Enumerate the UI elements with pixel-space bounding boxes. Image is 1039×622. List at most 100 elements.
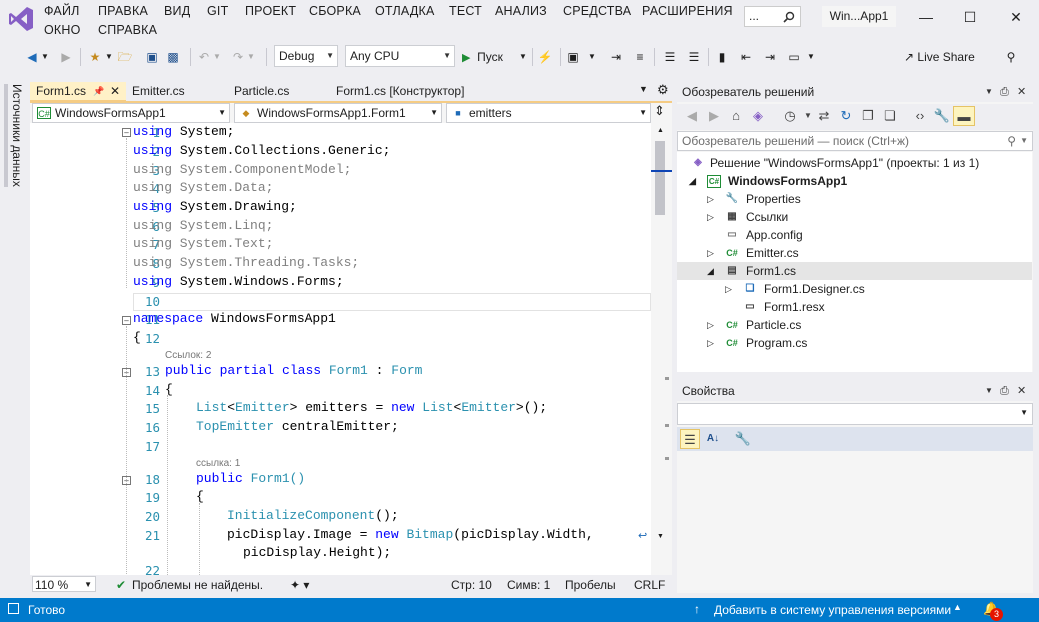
tab-form1-designer[interactable]: Form1.cs [Конструктор] [330,82,502,102]
menu-test[interactable]: ТЕСТ [449,4,482,18]
tree-item-form1-cs[interactable]: ◢ ▤ Form1.cs [677,262,1032,280]
open-folder-icon[interactable]: 🗁 [116,46,134,68]
panel-menu-icon[interactable]: ▼ [985,82,993,102]
tab-form1-cs[interactable]: Form1.cs 📌 ✕ [30,82,126,102]
back-icon[interactable]: ◀ [24,46,40,68]
redo-icon[interactable]: ↷ [230,46,246,68]
comment-icon[interactable]: ☰ [662,46,678,68]
tree-item-emitter-cs[interactable]: ▷ C# Emitter.cs [677,244,1032,262]
minimize-icon[interactable]: — [906,4,946,30]
new-project-icon[interactable]: ★ [86,46,104,68]
uncomment-icon[interactable]: ☰ [686,46,702,68]
save-all-icon[interactable]: ▩ [164,46,182,68]
menu-git[interactable]: GIT [207,4,228,18]
start-dropdown-icon[interactable]: ▼ [518,46,528,68]
pin-icon[interactable]: 📌 [93,82,104,101]
line-ending-indicator[interactable]: CRLF [634,577,665,593]
undo-icon[interactable]: ↶ [196,46,212,68]
add-source-control-button[interactable]: Добавить в систему управления версиями [714,603,951,617]
collapsed-icon[interactable]: ▷ [707,334,714,352]
undo-dropdown-icon[interactable]: ▼ [212,46,222,68]
step-icon[interactable]: ⇥ [608,46,624,68]
close-icon[interactable]: ✕ [996,4,1036,30]
tab-emitter-cs[interactable]: Emitter.cs [126,82,226,102]
collapsed-icon[interactable]: ▷ [707,190,714,208]
editor-scrollbar[interactable]: ▲ ▼ [651,123,672,575]
back-icon[interactable]: ◀ [682,106,702,126]
collapse-namespace-icon[interactable]: – [122,316,131,325]
home-icon[interactable]: ⌂ [726,106,746,126]
whitespace-indicator[interactable]: Пробелы [565,577,616,593]
properties-object-select[interactable]: ▼ [677,403,1033,425]
problems-status[interactable]: Проблемы не найдены. [132,577,263,593]
column-indicator[interactable]: Симв: 1 [507,577,550,593]
tree-item-program-cs[interactable]: ▷ C# Program.cs [677,334,1032,352]
configuration-select[interactable]: Debug ▼ [274,45,338,67]
codelens-references[interactable]: Ссылок: 2 [165,350,211,361]
code-editor[interactable]: 1 2 3 4 5 6 7 8 9 10 11 12 13 14 15 16 1… [30,123,651,575]
menu-extensions[interactable]: РАСШИРЕНИЯ [642,4,733,18]
platform-select[interactable]: Any CPU ▼ [345,45,455,67]
menu-view[interactable]: ВИД [164,4,190,18]
close-panel-icon[interactable]: ✕ [1017,82,1026,102]
save-icon[interactable]: ▣ [144,46,160,68]
tools-dropdown-icon[interactable]: ▼ [586,46,598,68]
outline-icon[interactable]: ≡ [632,46,648,68]
search-box[interactable]: ... [744,6,801,27]
new-dropdown-icon[interactable]: ▼ [104,46,114,68]
start-button[interactable]: ▶ Пуск [462,46,522,68]
show-all-files-icon[interactable]: ❏ [880,106,900,126]
forward-icon[interactable]: ▶ [704,106,724,126]
menu-debug[interactable]: ОТЛАДКА [375,4,435,18]
back-dropdown-icon[interactable]: ▼ [40,46,50,68]
sync-icon[interactable]: ⇄ [814,106,834,126]
class-dropdown[interactable]: ◆ WindowsFormsApp1.Form1 ▼ [234,103,442,123]
next-bookmark-icon[interactable]: ⇥ [762,46,778,68]
settings-icon[interactable]: ⚙ [657,82,669,98]
collapsed-icon[interactable]: ▷ [707,244,714,262]
collapsed-icon[interactable]: ▷ [707,208,714,226]
solution-search-input[interactable]: Обозреватель решений — поиск (Ctrl+ж) ⚲ … [677,131,1033,151]
line-indicator[interactable]: Стр: 10 [451,577,492,593]
forward-icon[interactable]: ▶ [58,46,74,68]
close-tab-icon[interactable]: ✕ [110,82,120,101]
clear-bookmarks-icon[interactable]: ▭ [786,46,802,68]
scroll-up-icon[interactable]: ▲ [657,127,664,134]
menu-help[interactable]: СПРАВКА [98,23,157,37]
menu-analyze[interactable]: АНАЛИЗ [495,4,547,18]
menu-tools[interactable]: СРЕДСТВА [563,4,631,18]
hot-reload-icon[interactable]: ⚡ [536,46,554,68]
codelens-references[interactable]: ссылка: 1 [196,458,240,469]
zoom-select[interactable]: 110 % ▼ [32,576,96,592]
member-dropdown[interactable]: ■ emitters ▼ [446,103,651,123]
bookmark-icon[interactable]: ▮ [714,46,730,68]
properties-wrench-icon[interactable]: 🔧 [733,429,753,449]
collapse-usings-icon[interactable]: – [122,128,131,137]
categorized-icon[interactable]: ☰ [680,429,700,449]
tree-item-properties[interactable]: ▷ 🔧 Properties [677,190,1032,208]
live-share-button[interactable]: ↗ Live Share [904,46,994,68]
maximize-icon[interactable]: ☐ [950,4,990,30]
tree-item-form1-resx[interactable]: ▭ Form1.resx [677,298,1032,316]
expanded-icon[interactable]: ◢ [707,262,714,280]
preview-selected-icon[interactable]: ▬ [953,106,975,126]
pin-icon[interactable]: ⎙ [1000,82,1009,102]
project-dropdown[interactable]: C# WindowsFormsApp1 ▼ [32,103,230,123]
scrollbar-thumb[interactable] [655,141,665,215]
prev-bookmark-icon[interactable]: ⇤ [738,46,754,68]
data-sources-tab[interactable]: Источники данных [4,84,24,187]
close-panel-icon[interactable]: ✕ [1017,381,1026,401]
chevron-up-icon[interactable]: ▲ [953,602,962,612]
feedback-icon[interactable]: ⚲ [1002,46,1020,68]
pin-icon[interactable]: ⎙ [1000,381,1009,401]
toolbar-overflow-icon[interactable]: ▼ [806,46,816,68]
properties-wrench-icon[interactable]: 🔧 [932,106,952,126]
tree-item-form1-designer[interactable]: ▷ ❏ Form1.Designer.cs [677,280,1032,298]
menu-file[interactable]: ФАЙЛ [44,4,80,18]
collapsed-icon[interactable]: ▷ [707,316,714,334]
menu-window[interactable]: ОКНО [44,23,81,37]
menu-build[interactable]: СБОРКА [309,4,361,18]
collapse-all-icon[interactable]: ❐ [858,106,878,126]
switch-views-icon[interactable]: ◈ [748,106,768,126]
split-editor-icon[interactable]: ⇕ [654,103,665,119]
